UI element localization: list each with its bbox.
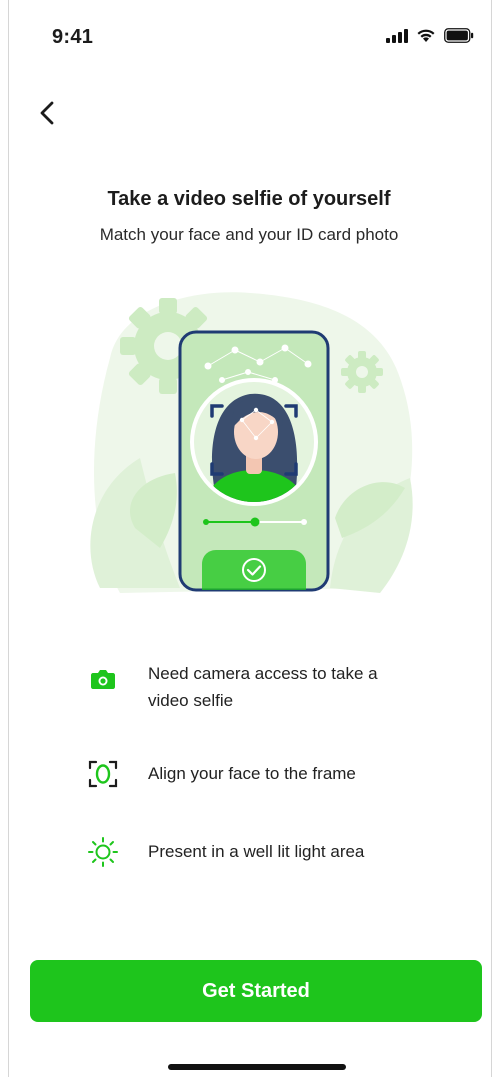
back-button[interactable] xyxy=(32,96,62,130)
wifi-icon xyxy=(417,29,435,42)
phone-confirm-button xyxy=(202,550,306,590)
page-subtitle: Match your face and your ID card photo xyxy=(99,225,399,244)
selfie-verification-illustration xyxy=(90,292,413,593)
status-icons xyxy=(386,28,474,43)
face-frame-icon xyxy=(86,757,120,791)
camera-icon xyxy=(86,662,120,696)
home-indicator xyxy=(168,1064,346,1070)
tip-text: Need camera access to take a video selfi… xyxy=(148,664,378,710)
gear-small-icon xyxy=(341,351,383,393)
chevron-left-icon xyxy=(40,101,54,125)
tip-text: Align your face to the frame xyxy=(148,764,356,783)
sun-icon xyxy=(86,835,120,869)
cellular-signal-icon xyxy=(386,28,408,43)
tip-text: Present in a well lit light area xyxy=(148,842,365,861)
get-started-button[interactable]: Get Started xyxy=(30,960,482,1022)
status-time: 9:41 xyxy=(52,26,94,48)
battery-icon xyxy=(444,28,474,43)
page-title: Take a video selfie of yourself xyxy=(107,188,391,210)
